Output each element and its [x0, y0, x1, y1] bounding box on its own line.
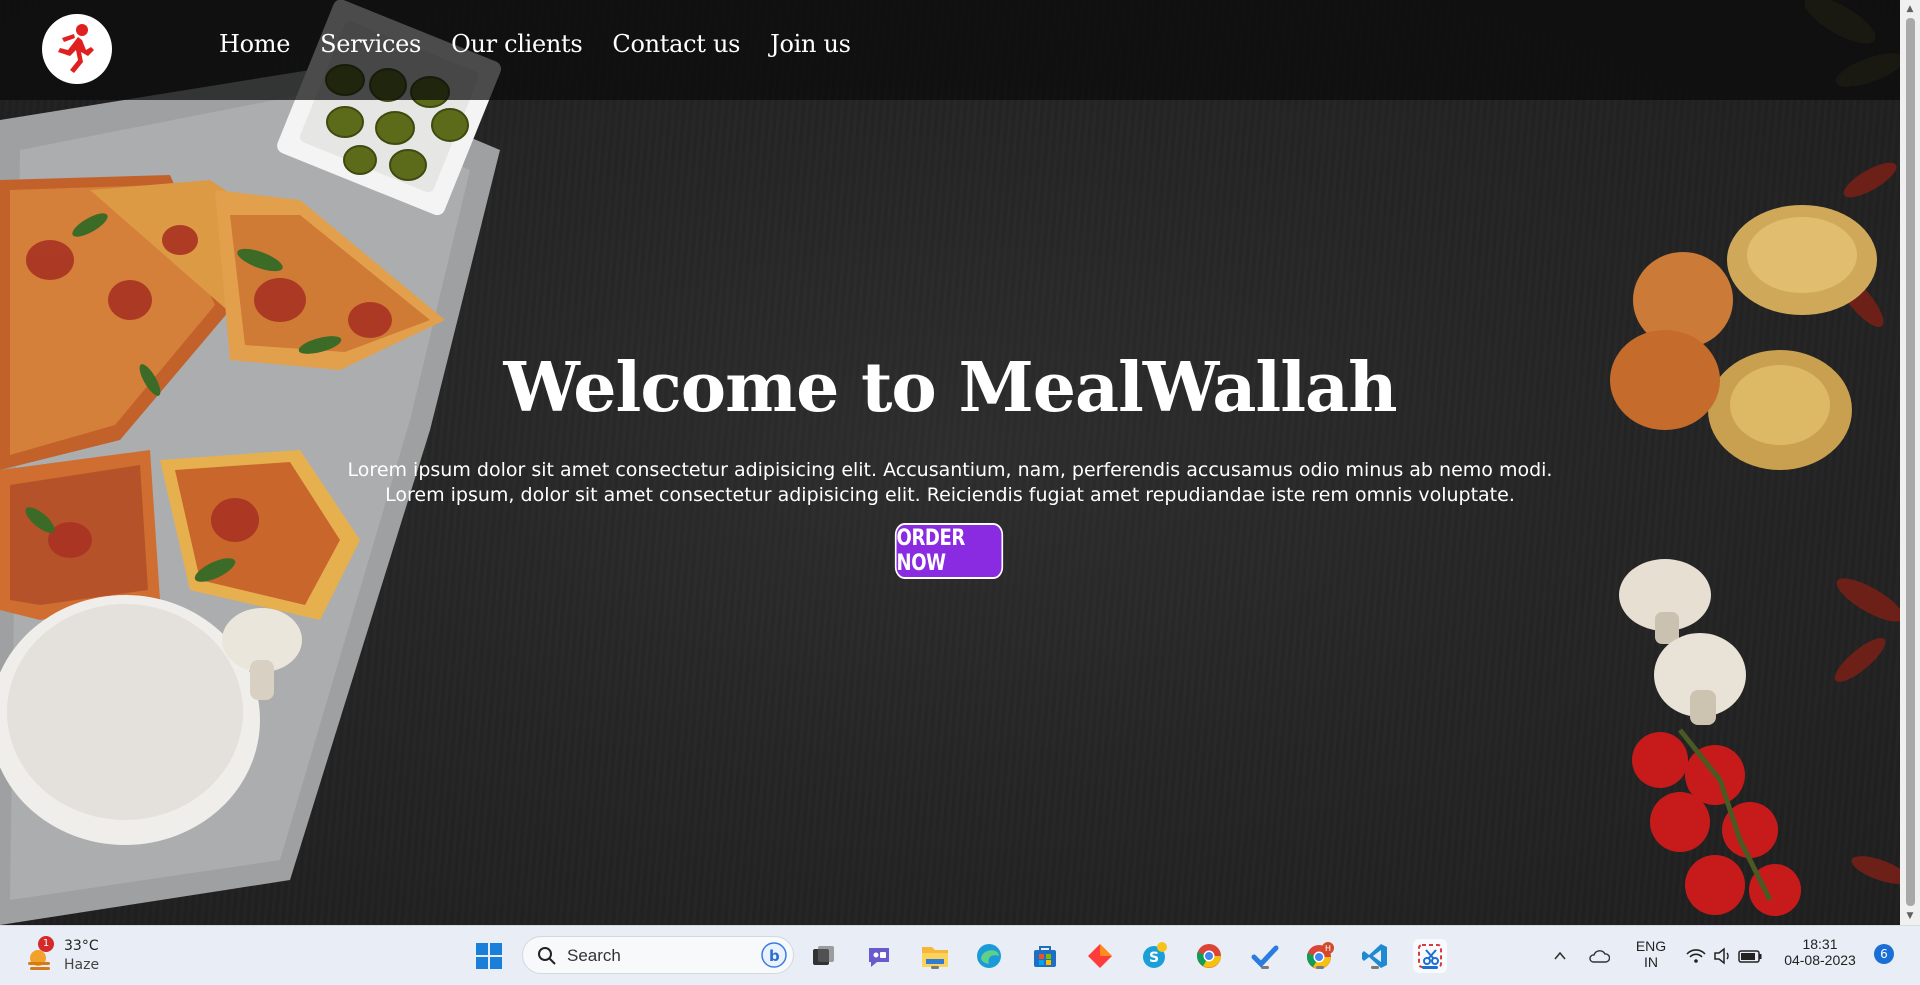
weather-widget[interactable]: 1 33°C Haze [24, 936, 114, 976]
edge-button[interactable] [972, 939, 1006, 973]
clock-date: 04-08-2023 [1784, 952, 1856, 968]
chrome-button[interactable] [1192, 939, 1226, 973]
running-indicator [931, 966, 939, 969]
scroll-up-arrow-icon[interactable]: ▲ [1900, 0, 1920, 18]
chat-button[interactable] [862, 939, 896, 973]
order-now-button[interactable]: ORDER NOW [894, 523, 1004, 579]
page-viewport: Home Services Our clients Contact us Joi… [0, 0, 1900, 925]
active-indicator [1422, 966, 1438, 969]
search-icon [538, 947, 556, 965]
running-indicator [1316, 966, 1324, 969]
weather-condition: Haze [64, 957, 100, 973]
navbar: Home Services Our clients Contact us Joi… [0, 0, 1900, 100]
snipping-tool-button[interactable] [1413, 939, 1447, 973]
skype-button[interactable]: S [1138, 939, 1172, 973]
edge-icon [977, 944, 1001, 968]
page-scrollbar[interactable]: ▲ ▼ [1900, 0, 1920, 925]
hero-description-line-1: Lorem ipsum dolor sit amet consectetur a… [347, 459, 1553, 481]
running-man-logo-icon [58, 24, 94, 73]
store-icon [1034, 946, 1056, 967]
weather-temperature: 33°C [64, 938, 99, 954]
notification-count-badge[interactable]: 6 [1874, 944, 1894, 964]
clock-time: 18:31 [1802, 936, 1838, 952]
taskbar-search-box[interactable]: Search b [522, 936, 794, 974]
onedrive-button[interactable] [1584, 939, 1614, 973]
chevron-up-icon [1554, 951, 1566, 960]
scroll-thumb[interactable] [1906, 18, 1915, 906]
store-button[interactable] [1028, 939, 1062, 973]
bing-icon[interactable]: b [761, 942, 787, 968]
logo[interactable] [42, 14, 112, 84]
language-code: ENG [1635, 938, 1667, 954]
cloud-icon [1589, 950, 1610, 963]
start-button[interactable] [472, 939, 506, 973]
office-button[interactable] [1083, 939, 1117, 973]
show-hidden-icons-button[interactable] [1545, 939, 1575, 973]
nav-contact-us[interactable]: Contact us [612, 30, 740, 58]
windows-start-icon [476, 943, 502, 969]
office-icon [1088, 944, 1112, 968]
running-indicator [1261, 966, 1269, 969]
chat-icon [869, 948, 889, 967]
task-view-button[interactable] [806, 939, 840, 973]
nav-links: Home Services Our clients Contact us Joi… [219, 30, 881, 58]
nav-our-clients[interactable]: Our clients [451, 30, 583, 58]
weather-alert-badge: 1 [38, 936, 54, 952]
running-indicator [1371, 966, 1379, 969]
svg-text:b: b [769, 947, 780, 965]
nav-home[interactable]: Home [219, 30, 290, 58]
search-placeholder: Search [567, 946, 621, 965]
task-view-icon [813, 946, 834, 965]
skype-icon: S [1143, 942, 1167, 968]
hero-title: Welcome to MealWallah [503, 348, 1397, 428]
vscode-button[interactable] [1358, 939, 1392, 973]
language-indicator[interactable]: ENG IN [1628, 938, 1674, 970]
language-region: IN [1644, 954, 1658, 970]
hero-description: Lorem ipsum dolor sit amet consectetur a… [0, 458, 1900, 508]
clock[interactable]: 18:31 04-08-2023 [1780, 936, 1860, 968]
quick-settings-button[interactable] [1682, 939, 1768, 973]
file-explorer-button[interactable] [918, 939, 952, 973]
nav-services[interactable]: Services [320, 30, 421, 58]
chrome-profile-button[interactable]: H [1303, 939, 1337, 973]
nav-join-us[interactable]: Join us [770, 30, 851, 58]
todo-button[interactable] [1248, 939, 1282, 973]
chrome-icon [1196, 944, 1221, 968]
network-volume-battery-icons [1686, 947, 1762, 965]
svg-text:S: S [1149, 950, 1159, 966]
windows-taskbar: 1 33°C Haze Search b S H ENG IN 18:31 04… [0, 925, 1920, 985]
scroll-down-arrow-icon[interactable]: ▼ [1900, 907, 1920, 925]
svg-text:H: H [1325, 944, 1331, 953]
hero-description-line-2: Lorem ipsum, dolor sit amet consectetur … [385, 484, 1515, 506]
